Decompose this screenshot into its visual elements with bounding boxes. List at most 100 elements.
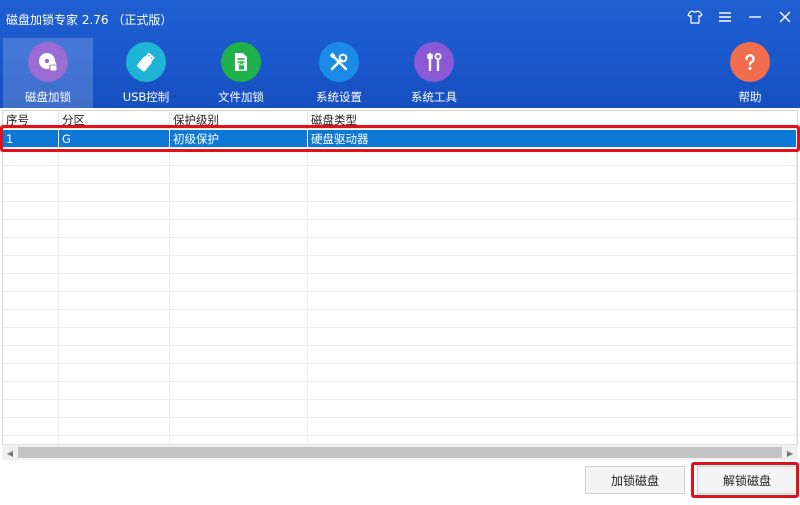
empty-cell xyxy=(59,364,170,382)
empty-cell xyxy=(308,328,797,346)
empty-cell xyxy=(3,364,59,382)
main-toolbar: 磁盘加锁 USB控制 文件加锁 系统设置 系统工具 帮助 xyxy=(0,38,800,108)
empty-cell xyxy=(59,166,170,184)
toolbar-file-lock[interactable]: 文件加锁 xyxy=(196,38,286,108)
empty-cell xyxy=(308,292,797,310)
app-header: 磁盘加锁专家 2.76 （正式版） 磁盘加锁 USB控制 文件加锁 系统设置 系… xyxy=(0,0,800,108)
empty-cell xyxy=(170,400,308,418)
empty-cell xyxy=(3,220,59,238)
empty-cell xyxy=(308,256,797,274)
column-header-partition[interactable]: 分区 xyxy=(59,111,170,129)
empty-cell xyxy=(59,292,170,310)
cell-partition: G xyxy=(59,130,170,148)
empty-cell xyxy=(59,220,170,238)
scroll-left-icon[interactable]: ◀ xyxy=(2,445,18,461)
empty-cell xyxy=(3,310,59,328)
empty-cell xyxy=(308,274,797,292)
empty-table-row xyxy=(3,148,797,166)
empty-cell xyxy=(3,166,59,184)
empty-cell xyxy=(59,310,170,328)
help-icon xyxy=(730,42,770,82)
toolbar-system-settings[interactable]: 系统设置 xyxy=(294,38,384,108)
empty-cell xyxy=(3,256,59,274)
empty-cell xyxy=(170,292,308,310)
toolbar-label: 系统工具 xyxy=(411,90,457,104)
empty-table-row xyxy=(3,274,797,292)
empty-table-row xyxy=(3,400,797,418)
empty-cell xyxy=(3,418,59,436)
empty-cell xyxy=(3,328,59,346)
empty-cell xyxy=(308,202,797,220)
empty-cell xyxy=(3,274,59,292)
cell-index: 1 xyxy=(3,130,59,148)
lock-disk-button[interactable]: 加锁磁盘 xyxy=(585,466,685,494)
empty-cell xyxy=(170,256,308,274)
empty-cell xyxy=(308,382,797,400)
empty-cell xyxy=(59,400,170,418)
toolbar-system-tools[interactable]: 系统工具 xyxy=(389,38,479,108)
empty-cell xyxy=(170,346,308,364)
empty-cell xyxy=(170,364,308,382)
toolbar-usb-control[interactable]: USB控制 xyxy=(101,38,191,108)
empty-cell xyxy=(59,238,170,256)
column-header-protection-level[interactable]: 保护级别 xyxy=(170,111,308,129)
empty-cell xyxy=(308,400,797,418)
disk-lock-icon xyxy=(28,42,68,82)
empty-cell xyxy=(59,256,170,274)
empty-cell xyxy=(59,274,170,292)
column-header-disk-type[interactable]: 磁盘类型 xyxy=(308,111,797,129)
empty-cell xyxy=(59,328,170,346)
column-header-index[interactable]: 序号 xyxy=(3,111,59,129)
table-row[interactable]: 1 G 初级保护 硬盘驱动器 xyxy=(3,130,797,148)
table-body: 1 G 初级保护 硬盘驱动器 xyxy=(3,130,797,454)
empty-cell xyxy=(59,148,170,166)
cell-disk-type: 硬盘驱动器 xyxy=(308,130,797,148)
empty-cell xyxy=(170,166,308,184)
empty-cell xyxy=(3,346,59,364)
empty-table-row xyxy=(3,310,797,328)
empty-table-row xyxy=(3,346,797,364)
empty-cell xyxy=(59,382,170,400)
empty-cell xyxy=(170,220,308,238)
usb-icon xyxy=(126,42,166,82)
file-lock-icon xyxy=(221,42,261,82)
empty-cell xyxy=(3,382,59,400)
scroll-right-icon[interactable]: ▶ xyxy=(782,445,798,461)
empty-cell xyxy=(3,184,59,202)
empty-cell xyxy=(3,148,59,166)
empty-table-row xyxy=(3,184,797,202)
empty-cell xyxy=(170,328,308,346)
empty-table-row xyxy=(3,238,797,256)
empty-cell xyxy=(59,346,170,364)
empty-cell xyxy=(308,238,797,256)
table-header: 序号 分区 保护级别 磁盘类型 xyxy=(3,111,797,129)
unlock-disk-button[interactable]: 解锁磁盘 xyxy=(697,466,797,494)
empty-table-row xyxy=(3,364,797,382)
empty-cell xyxy=(59,202,170,220)
empty-cell xyxy=(59,418,170,436)
empty-table-row xyxy=(3,418,797,436)
empty-cell xyxy=(308,184,797,202)
scrollbar-thumb[interactable] xyxy=(18,447,782,458)
menu-icon[interactable] xyxy=(712,4,738,30)
close-icon[interactable] xyxy=(772,4,798,30)
toolbar-disk-lock[interactable]: 磁盘加锁 xyxy=(3,38,93,108)
skin-icon[interactable] xyxy=(682,4,708,30)
toolbar-label: 帮助 xyxy=(738,90,762,104)
empty-cell xyxy=(3,238,59,256)
toolbar-help[interactable]: 帮助 xyxy=(705,38,795,108)
window-title: 磁盘加锁专家 2.76 （正式版） xyxy=(6,13,173,27)
toolbar-label: USB控制 xyxy=(122,90,170,104)
empty-cell xyxy=(170,418,308,436)
empty-table-row xyxy=(3,382,797,400)
empty-table-row xyxy=(3,202,797,220)
empty-cell xyxy=(59,184,170,202)
minimize-icon[interactable] xyxy=(742,4,768,30)
tools-icon xyxy=(319,42,359,82)
horizontal-scrollbar[interactable]: ◀ ▶ xyxy=(2,444,798,460)
empty-table-row xyxy=(3,220,797,238)
empty-cell xyxy=(308,310,797,328)
partition-table: 序号 分区 保护级别 磁盘类型 1 G 初级保护 硬盘驱动器 xyxy=(2,110,798,460)
cell-protection-level: 初级保护 xyxy=(170,130,308,148)
window-controls xyxy=(680,0,800,34)
